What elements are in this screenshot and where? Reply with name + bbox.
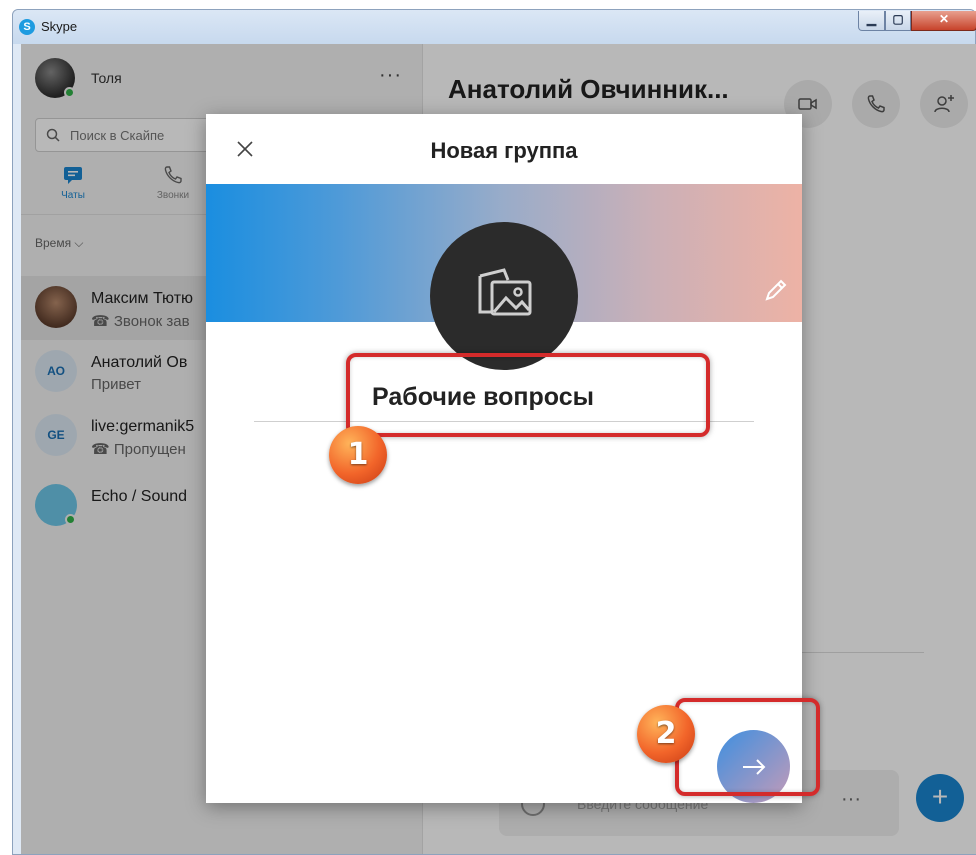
- maximize-icon: ▢: [892, 12, 904, 26]
- minimize-button[interactable]: ▁: [858, 11, 885, 31]
- minimize-icon: ▁: [866, 12, 877, 26]
- screenshot: S Skype ▁ ▢ ✕ Толя ··· Поиск в Скайпе Ча…: [0, 0, 976, 855]
- window-title: Skype: [41, 19, 78, 34]
- skype-logo-icon: S: [19, 19, 35, 35]
- close-icon: ✕: [938, 12, 950, 26]
- edit-pencil-icon[interactable]: [762, 276, 790, 304]
- maximize-button[interactable]: ▢: [885, 11, 911, 31]
- image-icon: [478, 268, 532, 316]
- step-marker: 1: [329, 426, 387, 484]
- dialog-title: Новая группа: [430, 138, 578, 163]
- group-photo-button[interactable]: [430, 222, 578, 370]
- close-window-button[interactable]: ✕: [911, 11, 976, 31]
- group-banner: [206, 184, 802, 370]
- app-client: Толя ··· Поиск в Скайпе Чаты Звонки Врем…: [21, 44, 976, 854]
- highlight-frame-next-button: [675, 698, 820, 796]
- title-bar: S Skype ▁ ▢ ✕: [13, 10, 976, 44]
- step-marker: 2: [637, 705, 695, 763]
- highlight-frame-group-name: [346, 353, 710, 437]
